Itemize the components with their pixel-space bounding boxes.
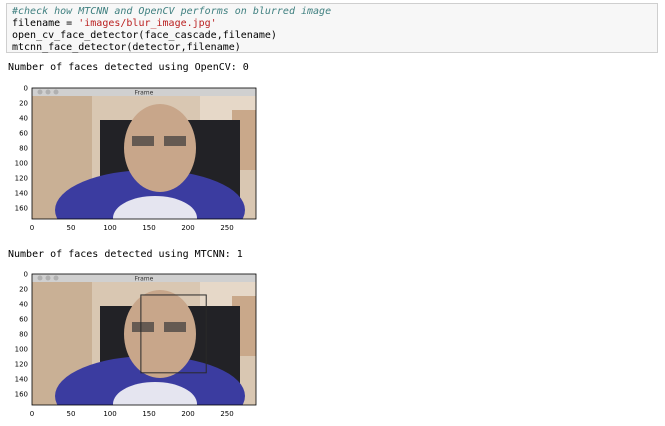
plot-svg-mtcnn: Frame 0 20 40 60 80 100 120 140 160 0 50… (15, 271, 257, 418)
code-comment: #check how MTCNN and OpenCV performs on … (12, 6, 332, 17)
x-tick-label: 150 (142, 224, 155, 232)
y-tick-label: 140 (15, 190, 28, 198)
x-axis-opencv: 0 50 100 150 200 250 (30, 224, 234, 232)
frame-image-mtcnn: Frame (32, 274, 256, 405)
y-tick-label: 120 (15, 175, 28, 183)
code-line-filename-string: 'images/blur_image.jpg' (78, 18, 217, 29)
output-plot-opencv: Frame 0 20 40 60 80 100 120 140 160 0 50… (0, 80, 270, 240)
x-tick-label: 200 (181, 410, 194, 418)
y-tick-label: 0 (24, 271, 28, 279)
x-tick-label: 250 (220, 224, 233, 232)
output-text-opencv: Number of faces detected using OpenCV: 0 (8, 62, 249, 73)
code-line-mtcnn-call: mtcnn_face_detector(detector,filename) (12, 42, 241, 53)
plot-svg-opencv: Frame 0 20 40 60 80 100 120 140 160 0 50… (15, 85, 257, 232)
x-tick-label: 50 (67, 410, 76, 418)
x-tick-label: 100 (103, 224, 116, 232)
x-tick-label: 0 (30, 410, 34, 418)
y-tick-label: 0 (24, 85, 28, 93)
x-tick-label: 50 (67, 224, 76, 232)
y-tick-label: 60 (19, 130, 28, 138)
y-tick-label: 140 (15, 376, 28, 384)
y-axis-opencv: 0 20 40 60 80 100 120 140 160 (15, 85, 28, 213)
x-tick-label: 100 (103, 410, 116, 418)
y-tick-label: 60 (19, 316, 28, 324)
code-line-filename-prefix: filename = (12, 18, 79, 29)
y-tick-label: 160 (15, 391, 28, 399)
frame-image-opencv: Frame (32, 88, 256, 219)
y-tick-label: 80 (19, 145, 28, 153)
x-tick-label: 250 (220, 410, 233, 418)
y-tick-label: 100 (15, 346, 28, 354)
y-tick-label: 160 (15, 205, 28, 213)
output-text-mtcnn: Number of faces detected using MTCNN: 1 (8, 249, 243, 260)
frame-title-mtcnn: Frame (135, 276, 154, 283)
x-tick-label: 150 (142, 410, 155, 418)
frame-title-opencv: Frame (135, 90, 154, 97)
y-tick-label: 80 (19, 331, 28, 339)
y-tick-label: 120 (15, 361, 28, 369)
y-tick-label: 40 (19, 115, 28, 123)
code-line-opencv-call: open_cv_face_detector(face_cascade,filen… (12, 30, 277, 41)
output-plot-mtcnn: Frame 0 20 40 60 80 100 120 140 160 0 50… (0, 266, 270, 426)
y-tick-label: 20 (19, 286, 28, 294)
x-tick-label: 0 (30, 224, 34, 232)
y-axis-mtcnn: 0 20 40 60 80 100 120 140 160 (15, 271, 28, 399)
x-axis-mtcnn: 0 50 100 150 200 250 (30, 410, 234, 418)
y-tick-label: 20 (19, 100, 28, 108)
code-cell[interactable]: #check how MTCNN and OpenCV performs on … (6, 3, 658, 53)
y-tick-label: 40 (19, 301, 28, 309)
y-tick-label: 100 (15, 160, 28, 168)
x-tick-label: 200 (181, 224, 194, 232)
